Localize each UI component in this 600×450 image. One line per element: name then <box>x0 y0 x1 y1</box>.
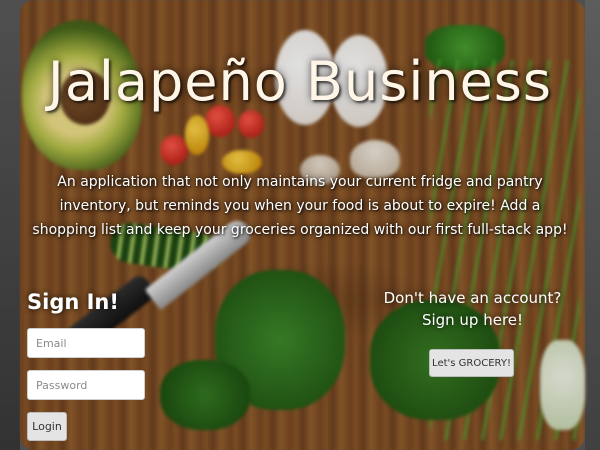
login-button[interactable]: Login <box>27 412 67 441</box>
app-title: Jalapeño Business <box>47 50 553 113</box>
password-field[interactable] <box>27 370 145 400</box>
signin-heading: Sign In! <box>27 290 119 314</box>
signup-button[interactable]: Let's GROCERY! <box>429 349 514 377</box>
signup-prompt: Don't have an account? Sign up here! <box>380 287 565 331</box>
email-field[interactable] <box>27 328 145 358</box>
signup-prompt-line1: Don't have an account? <box>383 289 562 307</box>
app-tagline: An application that not only maintains y… <box>32 174 568 238</box>
landing-page: Jalapeño Business An application that no… <box>0 0 600 450</box>
signup-prompt-line2: Sign up here! <box>421 311 524 329</box>
